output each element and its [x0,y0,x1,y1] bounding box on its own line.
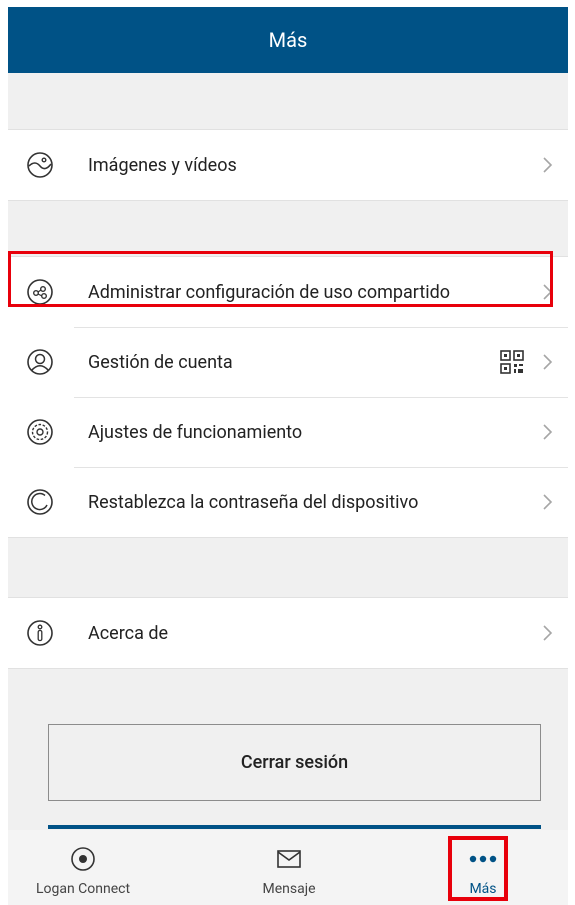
reset-icon [27,489,53,515]
tab-mensaje-label: Mensaje [262,881,316,897]
primary-strip [48,825,541,829]
highlight-share-settings [8,251,553,307]
chevron-right-icon [543,354,553,370]
operation-settings-label: Ajustes de funcionamiento [88,421,303,443]
chevron-right-icon [543,625,553,641]
tab-logan-connect[interactable]: Logan Connect [23,830,143,905]
about-section: Acerca de [8,597,568,669]
images-videos-label: Imágenes y vídeos [88,154,237,176]
images-videos-item[interactable]: Imágenes y vídeos [8,130,568,200]
logout-label: Cerrar sesión [240,752,349,773]
about-item[interactable]: Acerca de [8,598,568,668]
header-bar: Más [8,7,568,73]
chevron-right-icon [543,424,553,440]
account-management-label: Gestión de cuenta [88,351,233,373]
chevron-right-icon [543,157,553,173]
reset-password-item[interactable]: Restablezca la contraseña del dispositiv… [8,467,568,537]
qr-code-icon[interactable] [500,350,524,374]
tab-logan-connect-label: Logan Connect [35,881,131,897]
highlight-tab-mas [448,836,508,901]
logout-button[interactable]: Cerrar sesión [48,724,541,801]
user-icon [27,349,53,375]
chevron-right-icon [543,494,553,510]
app-screen: Más Imágenes y vídeos Administrar config… [8,7,568,905]
envelope-icon [277,850,301,868]
media-section: Imágenes y vídeos [8,129,568,201]
tab-mensaje[interactable]: Mensaje [239,830,339,905]
operation-settings-item[interactable]: Ajustes de funcionamiento [8,397,568,467]
about-label: Acerca de [88,622,169,644]
gear-icon [27,419,53,445]
info-icon [27,620,53,646]
account-management-item[interactable]: Gestión de cuenta [8,327,568,397]
page-title: Más [268,28,308,52]
reset-password-label: Restablezca la contraseña del dispositiv… [88,491,419,513]
target-icon [71,847,95,871]
image-icon [27,152,53,178]
